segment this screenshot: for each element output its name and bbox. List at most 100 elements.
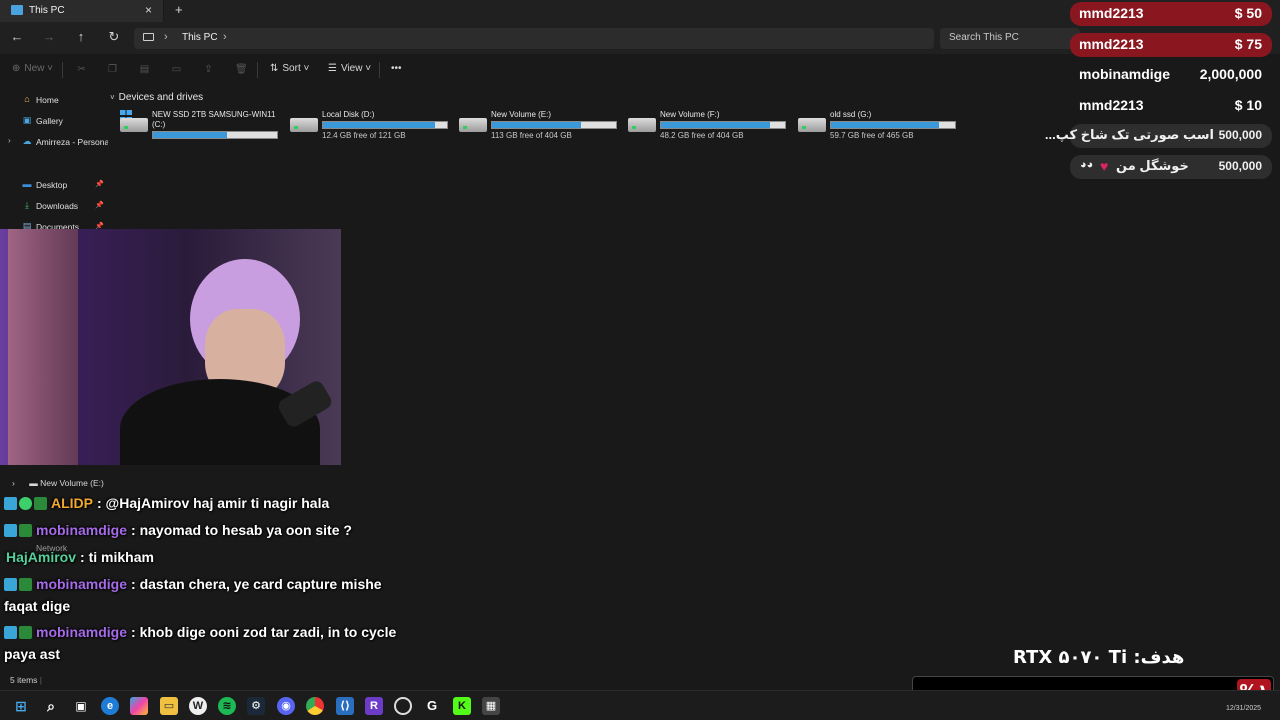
start-button[interactable]: ⊞ <box>12 697 30 715</box>
steam-icon[interactable]: ⚙ <box>247 697 265 715</box>
home-icon: ⌂ <box>24 94 30 104</box>
chat-badges <box>4 497 49 513</box>
chat-badges <box>4 578 34 594</box>
spotify-icon[interactable]: ≋ <box>218 697 236 715</box>
badge-icon <box>19 524 32 537</box>
drive-f[interactable]: New Volume (F:) 48.2 GB free of 404 GB <box>626 108 794 144</box>
drive-free-space: 12.4 GB free of 121 GB <box>322 131 406 140</box>
rename-icon[interactable]: ▭ <box>171 64 182 76</box>
cloud-icon: ☁ <box>22 136 32 146</box>
chat-message: mobinamdige: khob dige ooni zod tar zadi… <box>4 624 396 642</box>
close-tab-button[interactable]: × <box>145 3 152 17</box>
donor-name: mmd2213 <box>1079 97 1144 113</box>
edge-icon[interactable]: e <box>101 697 119 715</box>
chat-message: mobinamdige: dastan chera, ye card captu… <box>4 576 382 594</box>
discord-icon[interactable]: ◉ <box>277 697 295 715</box>
chevron-down-icon: ˅ <box>110 93 115 102</box>
donation-item: mmd2213 $ 10 <box>1070 94 1272 118</box>
drive-usage-fill <box>323 122 435 128</box>
drive-free-space: 113 GB free of 404 GB <box>491 131 572 140</box>
wordpress-icon[interactable]: W <box>189 697 207 715</box>
donation-item: mmd2213 $ 75 <box>1070 33 1272 57</box>
devices-and-drives-header[interactable]: ˅ Devices and drives <box>110 92 203 103</box>
copy-icon[interactable]: ❐ <box>107 64 118 76</box>
search-box[interactable]: Search This PC <box>940 28 1080 49</box>
webcam-overlay <box>0 229 341 465</box>
new-tab-button[interactable]: + <box>175 2 183 17</box>
chat-text: : ti mikham <box>80 549 154 565</box>
drive-free-space: 48.2 GB free of 404 GB <box>660 131 744 140</box>
drive-icon <box>120 118 148 132</box>
chat-text: : nayomad to hesab ya oon site ? <box>131 522 352 538</box>
drive-usage-fill <box>492 122 582 128</box>
refresh-icon[interactable]: ↻ <box>106 29 122 45</box>
logitech-icon[interactable]: G <box>423 697 441 715</box>
chevron-right-icon[interactable]: › <box>164 31 168 43</box>
chrome-icon[interactable] <box>306 697 324 715</box>
sort-label: Sort <box>282 63 301 74</box>
drive-e[interactable]: New Volume (E:) 113 GB free of 404 GB <box>457 108 625 144</box>
sidebar-item-label: Home <box>36 95 59 105</box>
pin-icon: 📌 <box>95 181 104 188</box>
drive-usage-bar <box>491 121 617 129</box>
drive-d[interactable]: Local Disk (D:) 12.4 GB free of 121 GB <box>288 108 456 144</box>
more-options-button[interactable]: ••• <box>391 63 402 74</box>
drive-free-space: 59.7 GB free of 465 GB <box>830 131 914 140</box>
tray-date: 12/31/2025 <box>1226 705 1262 712</box>
chat-message: HajAmirov: ti mikham <box>6 549 154 565</box>
chevron-right-icon[interactable]: › <box>8 136 11 145</box>
chat-message: ALIDP: @HajAmirov haj amir ti nagir hala <box>4 495 329 513</box>
search-icon[interactable]: ⌕ <box>42 697 60 715</box>
new-button[interactable]: ⊕ New ˅ <box>12 63 53 74</box>
task-view-icon[interactable]: ▣ <box>72 697 90 715</box>
delete-icon[interactable]: 🗑 <box>235 64 248 76</box>
forward-arrow-icon[interactable]: → <box>41 29 57 44</box>
donation-amount: 500,000 <box>1218 128 1262 142</box>
sort-icon: ⇅ <box>270 63 279 74</box>
drive-usage-bar <box>322 121 448 129</box>
tab-title: This PC <box>29 5 65 16</box>
chat-message-continuation: faqat dige <box>4 598 71 614</box>
sidebar-item-label: Downloads <box>36 201 79 211</box>
sidebar-item-gallery[interactable]: ▣ Gallery <box>0 112 108 130</box>
sidebar-item-home[interactable]: ⌂ Home <box>0 91 108 109</box>
sidebar-item-label: Amirreza - Persona <box>36 137 108 147</box>
drive-g[interactable]: old ssd (G:) 59.7 GB free of 465 GB <box>796 108 964 144</box>
chevron-right-icon[interactable]: › <box>223 31 227 43</box>
file-explorer-icon[interactable]: ▭ <box>160 697 178 715</box>
chat-message: mobinamdige: nayomad to hesab ya oon sit… <box>4 522 352 540</box>
badge-icon <box>4 578 17 591</box>
drive-name: New Volume (E:) <box>491 110 552 119</box>
chat-badges <box>4 626 34 642</box>
back-arrow-icon[interactable]: ← <box>9 29 25 44</box>
chat-text: : khob dige ooni zod tar zadi, in to cyc… <box>131 624 397 640</box>
cut-icon[interactable]: ✂ <box>76 64 87 76</box>
badge-icon <box>4 524 17 537</box>
sidebar-item-label: New Volume (E:) <box>40 478 104 488</box>
donation-amount: 500,000 <box>1218 159 1262 173</box>
vscode-icon[interactable]: ⟨⟩ <box>336 697 354 715</box>
sidebar-item-new-volume-e[interactable]: › ▬ New Volume (E:) <box>12 478 104 488</box>
drive-c[interactable]: NEW SSD 2TB SAMSUNG-WIN11 (C:) <box>118 108 286 144</box>
donation-amount: 2,000,000 <box>1199 66 1262 82</box>
drive-name: NEW SSD 2TB SAMSUNG-WIN11 (C:) <box>152 110 276 129</box>
desktop-icon: ▬ <box>22 179 32 189</box>
tab-this-pc[interactable]: This PC × <box>0 0 164 22</box>
sidebar-item-onedrive[interactable]: › ☁ Amirreza - Persona <box>0 133 108 151</box>
drive-small-icon: ▬ <box>29 478 38 488</box>
breadcrumb-this-pc[interactable]: This PC <box>182 32 218 43</box>
paste-icon[interactable]: ▤ <box>139 64 150 76</box>
sort-button[interactable]: ⇅ Sort ˅ <box>270 63 309 74</box>
copilot-icon[interactable] <box>130 697 148 715</box>
r-app-icon[interactable]: R <box>365 697 383 715</box>
sidebar-item-desktop[interactable]: ▬ Desktop 📌 <box>0 176 108 194</box>
address-bar[interactable]: › This PC › <box>134 28 934 49</box>
view-button[interactable]: ☰ View ˅ <box>328 63 371 74</box>
up-arrow-icon[interactable]: ↑ <box>73 29 89 44</box>
obs-icon[interactable] <box>394 697 412 715</box>
sidebar-item-downloads[interactable]: ⤓ Downloads 📌 <box>0 197 108 215</box>
kick-icon[interactable]: K <box>453 697 471 715</box>
calculator-icon[interactable]: ▦ <box>482 697 500 715</box>
share-icon[interactable]: ⇪ <box>203 64 214 76</box>
chat-username: HajAmirov <box>6 549 77 565</box>
